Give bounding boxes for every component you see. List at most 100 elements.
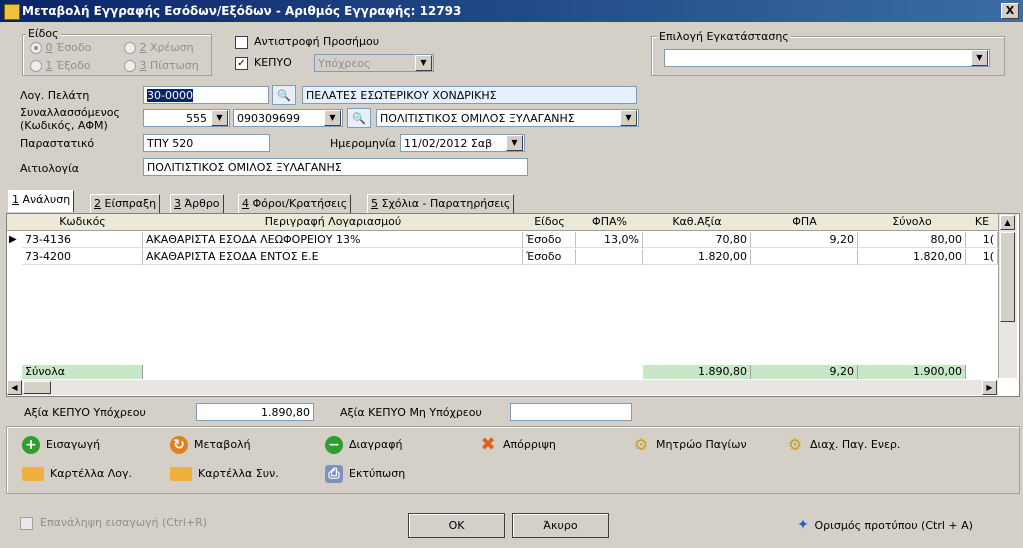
synallassomenos-name[interactable]: ΠΟΛΙΤΙΣΤΙΚΟΣ ΟΜΙΛΟΣ ΞΥΛΑΓΑΝΗΣ [376, 109, 639, 127]
window-title: Μεταβολή Εγγραφής Εσόδων/Εξόδων - Αριθμό… [22, 4, 462, 18]
col-header-ke[interactable]: ΚΕ [966, 214, 999, 231]
kepyo-checkbox[interactable]: ✓ [235, 57, 248, 70]
close-button[interactable]: X [1001, 3, 1019, 19]
radio-xreosi[interactable]: 2 Χρέωση [124, 41, 194, 54]
eisagogi-button[interactable]: + Εισαγωγή [22, 436, 100, 454]
search-icon[interactable]: 🔍 [272, 85, 296, 105]
synallassomenos-sublabel: (Κωδικός, ΑΦΜ) [20, 119, 108, 132]
remove-icon: − [325, 436, 343, 454]
folder-icon [22, 467, 44, 481]
scroll-right-icon[interactable]: ▶ [982, 380, 997, 395]
grid-row-indicator-header [7, 214, 23, 231]
mitroo-button[interactable]: ⚙ Μητρώο Παγίων [632, 436, 747, 454]
col-header-perigrafi[interactable]: Περιγραφή Λογαριασμού [143, 214, 524, 231]
tab-analysi[interactable]: 1 Ανάλυση [8, 190, 75, 212]
cancel-x-icon: ✖ [480, 434, 496, 455]
orismos-protypou-button[interactable]: ✦ Ορισμός προτύπου (Ctrl + A) [795, 516, 973, 535]
radio-icon [30, 60, 42, 72]
ok-button[interactable]: OK [408, 513, 505, 538]
parastatiko-input[interactable]: ΤΠΥ 520 [143, 134, 270, 152]
chevron-down-icon[interactable]: ▼ [324, 110, 341, 126]
aporripsi-button[interactable]: ✖ Απόρριψη [479, 434, 555, 455]
table-cell[interactable]: 1.820,00 [858, 249, 966, 265]
col-header-eidos[interactable]: Είδος [523, 214, 577, 231]
horizontal-scrollbar[interactable] [7, 380, 998, 395]
add-icon: + [22, 436, 40, 454]
log-pelati-label: Λογ. Πελάτη [20, 89, 90, 102]
antistrofi-checkbox[interactable] [235, 36, 248, 49]
kepyo-mi-ypoxreou-input[interactable] [510, 403, 632, 421]
table-cell[interactable]: 1( [966, 232, 998, 248]
hscroll-thumb[interactable] [23, 381, 51, 394]
table-cell[interactable]: ΑΚΑΘΑΡΙΣΤΑ ΕΣΟΔΑ ΛΕΩΦΟΡΕΙΟΥ 13% [143, 232, 523, 248]
aitiologia-label: Αιτιολογία [20, 162, 80, 175]
radio-icon [124, 60, 136, 72]
gears-icon: ⚙ [633, 435, 649, 454]
kepyo-mi-ypoxreou-label: Αξία ΚΕΠΥΟ Μη Υπόχρεου [340, 406, 482, 419]
radio-exodo[interactable]: 1 Έξοδο [30, 59, 91, 72]
tab-sxolia[interactable]: 5 Σχόλια - Παρατηρήσεις [367, 194, 515, 213]
log-pelati-input[interactable]: 30-0000 [143, 86, 269, 104]
gears-icon: ⚙ [787, 435, 803, 454]
printer-icon: ⎙ [325, 465, 343, 483]
log-pelati-desc: ΠΕΛΑΤΕΣ ΕΣΩΤΕΡΙΚΟΥ ΧΟΝΔΡΙΚΗΣ [302, 86, 637, 104]
col-header-kath[interactable]: Καθ.Αξία [643, 214, 752, 231]
col-header-fpa-pct[interactable]: ΦΠΑ% [576, 214, 644, 231]
epanalipsi-checkbox[interactable] [20, 517, 33, 530]
epanalipsi-label: Επανάληψη εισαγωγή (Ctrl+R) [40, 516, 208, 529]
table-cell[interactable]: 70,80 [643, 232, 751, 248]
current-row-arrow-icon: ▶ [9, 234, 17, 245]
scroll-up-icon[interactable]: ▲ [1000, 215, 1015, 230]
radio-icon [124, 42, 136, 54]
imerominia-label: Ημερομηνία [330, 137, 397, 150]
table-cell[interactable]: 1( [966, 249, 998, 265]
chevron-down-icon[interactable]: ▼ [506, 135, 523, 151]
radio-pistosi[interactable]: 3 Πίστωση [124, 59, 199, 72]
table-cell[interactable] [751, 249, 858, 265]
chevron-down-icon[interactable]: ▼ [415, 55, 432, 71]
totals-synolo: 1.900,00 [858, 365, 966, 379]
diax-button[interactable]: ⚙ Διαχ. Παγ. Ενερ. [786, 435, 901, 454]
ektyposi-button[interactable]: ⎙ Εκτύπωση [325, 465, 405, 483]
radio-esodo[interactable]: 0 Έσοδο [30, 41, 91, 54]
diagrafi-button[interactable]: − Διαγραφή [325, 436, 402, 454]
table-cell[interactable]: 1.820,00 [643, 249, 751, 265]
table-row[interactable]: 73-4200 [22, 249, 143, 265]
scroll-left-icon[interactable]: ◀ [7, 380, 22, 395]
radio-icon [30, 42, 42, 54]
table-cell[interactable]: Έσοδο [523, 249, 576, 265]
aitiologia-input[interactable]: ΠΟΛΙΤΙΣΤΙΚΟΣ ΟΜΙΛΟΣ ΞΥΛΑΓΑΝΗΣ [143, 158, 528, 176]
kepyo-ypoxreou-input[interactable]: 1.890,80 [196, 403, 314, 421]
totals-fpa: 9,20 [751, 365, 858, 379]
table-cell[interactable]: Έσοδο [523, 232, 576, 248]
metavoli-button[interactable]: ↻ Μεταβολή [170, 436, 251, 454]
kepyo-ypoxreou-label: Αξία ΚΕΠΥΟ Υπόχρεου [24, 406, 146, 419]
chevron-down-icon[interactable]: ▼ [971, 50, 988, 66]
egkatastasi-select[interactable] [664, 49, 990, 67]
col-header-kodikos[interactable]: Κωδικός [22, 214, 144, 231]
table-row[interactable]: 73-4136 [22, 232, 143, 248]
eidos-label: Είδος [26, 27, 61, 40]
table-cell[interactable]: 13,0% [576, 232, 643, 248]
table-cell[interactable]: 9,20 [751, 232, 858, 248]
col-header-fpa[interactable]: ΦΠΑ [751, 214, 859, 231]
cancel-button[interactable]: Άκυρο [512, 513, 609, 538]
app-icon [4, 4, 20, 20]
table-cell[interactable]: 80,00 [858, 232, 966, 248]
table-cell[interactable]: ΑΚΑΘΑΡΙΣΤΑ ΕΣΟΔΑ ΕΝΤΟΣ Ε.Ε [143, 249, 523, 265]
kartella-log-button[interactable]: Καρτέλλα Λογ. [22, 465, 132, 483]
kartella-syn-button[interactable]: Καρτέλλα Συν. [170, 465, 279, 483]
tab-eispraxi[interactable]: 2 Είσπραξη [90, 194, 161, 213]
egkatastasi-label: Επιλογή Εγκατάστασης [657, 30, 791, 43]
search-icon[interactable]: 🔍 [347, 108, 371, 128]
chevron-down-icon[interactable]: ▼ [211, 110, 228, 126]
col-header-synolo[interactable]: Σύνολο [858, 214, 967, 231]
tab-foroi[interactable]: 4 Φόροι/Κρατήσεις [238, 194, 352, 213]
tab-arthro[interactable]: 3 Άρθρο [170, 194, 224, 213]
chevron-down-icon[interactable]: ▼ [620, 110, 637, 126]
scroll-thumb[interactable] [1000, 232, 1015, 322]
totals-label: Σύνολα [22, 365, 143, 379]
table-cell[interactable] [576, 249, 643, 265]
totals-kath: 1.890,80 [643, 365, 751, 379]
synallassomenos-label: Συναλλασσόμενος [20, 106, 120, 119]
